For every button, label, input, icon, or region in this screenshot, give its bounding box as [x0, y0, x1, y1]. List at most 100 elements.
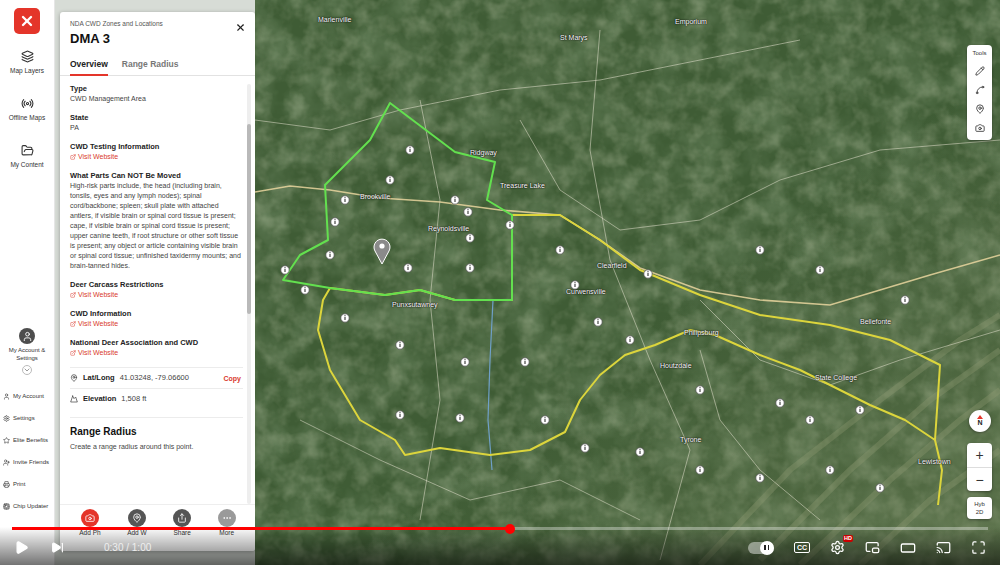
info-pin-icon[interactable] [816, 266, 824, 274]
info-pin-icon[interactable] [464, 208, 472, 216]
draw-button[interactable] [975, 66, 985, 76]
info-pin-icon[interactable] [806, 416, 814, 424]
field: Deer Carcass RestrictionsVisit Website [70, 280, 243, 300]
menu-item[interactable]: Invite Friends [0, 451, 54, 473]
info-pin-icon[interactable] [461, 358, 469, 366]
menu-item[interactable]: Elite Benefits [0, 429, 54, 451]
info-pin-icon[interactable] [456, 414, 464, 422]
scrollbar[interactable] [247, 84, 251, 504]
fullscreen-button[interactable] [971, 540, 986, 555]
satellite-map[interactable] [255, 0, 1000, 565]
info-pin-icon[interactable] [396, 411, 404, 419]
tools-panel: Tools [967, 45, 992, 140]
field: National Deer Association and CWDVisit W… [70, 338, 243, 358]
website-link[interactable]: Visit Website [70, 348, 243, 358]
info-pin-icon[interactable] [556, 246, 564, 254]
copy-button[interactable]: Copy [222, 375, 244, 382]
menu-item[interactable]: Settings [0, 407, 54, 429]
route-button[interactable] [975, 85, 985, 95]
compass[interactable]: N [969, 410, 991, 432]
logo[interactable] [14, 8, 40, 34]
website-link[interactable]: Visit Website [70, 319, 243, 329]
info-pin-icon[interactable] [876, 484, 884, 492]
nav-item[interactable]: Map Layers [10, 50, 44, 75]
scrollbar-thumb[interactable] [247, 124, 251, 314]
expand-button[interactable] [22, 365, 32, 375]
info-pin-icon[interactable] [901, 296, 909, 304]
zoom-button[interactable]: + [967, 443, 992, 467]
info-pin-icon[interactable] [581, 444, 589, 452]
pause-bar [764, 545, 766, 550]
info-pin-icon[interactable] [541, 416, 549, 424]
nav-item[interactable]: Offline Maps [9, 97, 45, 122]
info-pin-icon[interactable] [406, 146, 414, 154]
menu-item[interactable]: Chip Updater [0, 495, 54, 517]
map[interactable]: MarienvilleEmporiumSt MarysRidgwayBrookv… [255, 0, 1000, 565]
info-pin-icon[interactable] [696, 386, 704, 394]
basemap-button[interactable]: Hyb2D [967, 497, 992, 519]
captions-button[interactable]: CC [794, 542, 810, 553]
menu-item[interactable]: My Account [0, 385, 54, 407]
info-pin-icon[interactable] [756, 246, 764, 254]
scrubber[interactable] [505, 524, 515, 534]
zone-boundary[interactable] [283, 103, 512, 300]
gear-icon [3, 415, 10, 422]
more-icon [222, 513, 232, 523]
info-pin-icon[interactable] [326, 251, 334, 259]
info-pin-icon[interactable] [466, 264, 474, 272]
info-pin-icon[interactable] [696, 466, 704, 474]
selected-pin-icon[interactable] [374, 239, 390, 264]
info-pin-icon[interactable] [756, 474, 764, 482]
info-pin-icon[interactable] [341, 196, 349, 204]
external-link-icon [70, 350, 76, 356]
info-pin-icon[interactable] [466, 234, 474, 242]
cast-button[interactable] [936, 540, 951, 555]
link-label: Visit Website [78, 348, 118, 358]
play-button[interactable] [14, 540, 29, 555]
time-display: 0:30 / 1:00 [104, 542, 151, 554]
tab[interactable]: Overview [70, 56, 108, 76]
miniplayer-button[interactable] [865, 540, 880, 555]
zoom-button[interactable]: − [967, 467, 992, 491]
info-pin-icon[interactable] [506, 221, 514, 229]
info-pin-icon[interactable] [571, 281, 579, 289]
side-nav: Map Layers Offline Maps My Content My Accou… [0, 0, 55, 565]
waypoint-button[interactable] [975, 104, 985, 114]
website-link[interactable]: Visit Website [70, 290, 243, 300]
theater-button[interactable] [900, 540, 916, 556]
info-pin-icon[interactable] [386, 176, 394, 184]
right-controls: CC HD [748, 540, 986, 556]
info-pin-icon[interactable] [451, 196, 459, 204]
menu-item[interactable]: Print [0, 473, 54, 495]
tab[interactable]: Range Radius [122, 56, 179, 76]
photo-button[interactable] [975, 123, 985, 133]
info-pin-icon[interactable] [776, 399, 784, 407]
zone-boundary[interactable] [318, 215, 940, 455]
info-pin-icon[interactable] [636, 448, 644, 456]
info-pin-icon[interactable] [341, 314, 349, 322]
close-button[interactable] [233, 20, 247, 34]
settings-button[interactable]: HD [830, 540, 845, 555]
nav-item[interactable]: My Content [10, 144, 43, 169]
info-pin-icon[interactable] [396, 341, 404, 349]
place-label: Reynoldsville [428, 224, 469, 233]
info-pin-icon[interactable] [404, 264, 412, 272]
place-label: Brookville [360, 192, 390, 201]
info-pin-icon[interactable] [331, 218, 339, 226]
info-pin-icon[interactable] [644, 270, 652, 278]
info-pin-icon[interactable] [826, 466, 834, 474]
info-value: 1,508 ft [121, 394, 243, 404]
website-link[interactable]: Visit Website [70, 152, 243, 162]
next-button[interactable] [51, 541, 64, 554]
info-pin-icon[interactable] [626, 336, 634, 344]
quality-badge: HD [843, 535, 853, 542]
menu-item-label: Settings [13, 415, 35, 421]
info-pin-icon[interactable] [281, 266, 289, 274]
info-pin-icon[interactable] [521, 358, 529, 366]
autoplay-toggle[interactable] [748, 542, 774, 554]
progress-bar[interactable] [12, 527, 988, 530]
info-pin-icon[interactable] [301, 286, 309, 294]
account[interactable]: My Account & Settings [1, 328, 53, 375]
info-pin-icon[interactable] [856, 406, 864, 414]
info-pin-icon[interactable] [594, 318, 602, 326]
